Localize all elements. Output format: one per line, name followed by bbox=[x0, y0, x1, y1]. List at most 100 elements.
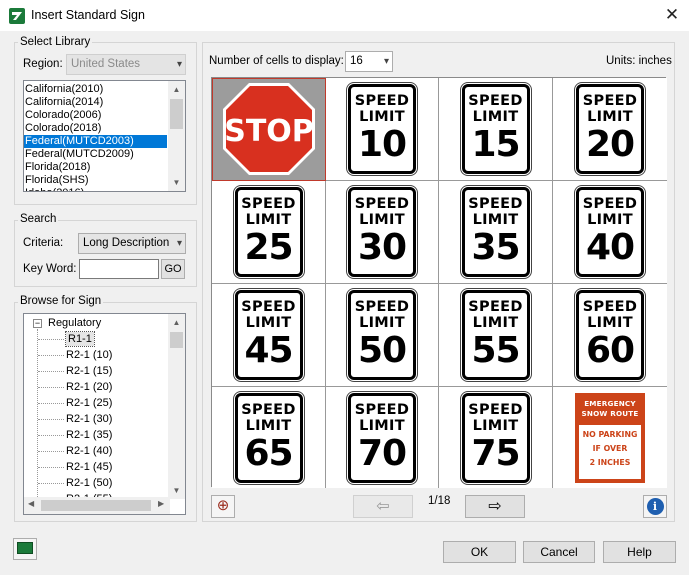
search-label: Search bbox=[18, 213, 59, 225]
library-item[interactable]: Florida(2018) bbox=[24, 161, 167, 174]
speed-limit-sign: SPEED LIMIT 20 bbox=[576, 84, 644, 174]
speed-word: SPEED bbox=[468, 299, 523, 315]
speed-limit-sign: SPEED LIMIT 50 bbox=[348, 290, 416, 380]
tree-item[interactable]: R2-1 (10) bbox=[66, 348, 112, 362]
collapse-icon[interactable]: − bbox=[33, 319, 42, 328]
sign-tree[interactable]: − Regulatory R1-1 R2-1 (10) R2-1 (15) R2-1 … bbox=[23, 313, 186, 515]
emergency-title: EMERGENCY SNOW ROUTE bbox=[581, 399, 638, 419]
sign-cell-speed-30[interactable]: SPEED LIMIT 30 bbox=[326, 181, 439, 284]
zoom-icon[interactable]: ⊕ bbox=[211, 495, 235, 518]
speed-word: SPEED bbox=[241, 299, 296, 315]
sign-cell-speed-55[interactable]: SPEED LIMIT 55 bbox=[439, 284, 553, 387]
window-title: Insert Standard Sign bbox=[31, 8, 145, 22]
tree-item[interactable]: R2-1 (35) bbox=[66, 428, 112, 442]
sign-cell-speed-40[interactable]: SPEED LIMIT 40 bbox=[553, 181, 667, 284]
speed-word: SPEED bbox=[468, 196, 523, 212]
cells-value: 16 bbox=[350, 55, 363, 67]
emergency-snow-route-sign: EMERGENCY SNOW ROUTE NO PARKING IF OVER 2 I… bbox=[575, 392, 645, 483]
speed-value: 55 bbox=[471, 330, 520, 371]
library-item[interactable]: Colorado(2018) bbox=[24, 122, 167, 135]
select-library-label: Select Library bbox=[18, 36, 93, 48]
info-button[interactable]: i bbox=[643, 495, 667, 518]
library-item[interactable]: Federal(MUTCD2003) bbox=[24, 134, 168, 149]
scroll-up-icon[interactable]: ▲ bbox=[168, 314, 185, 331]
speed-limit-sign: SPEED LIMIT 30 bbox=[348, 187, 416, 277]
limit-word: LIMIT bbox=[245, 315, 292, 331]
help-button[interactable]: Help bbox=[603, 541, 676, 563]
library-item[interactable]: Idaho(2016) bbox=[24, 187, 167, 191]
limit-word: LIMIT bbox=[245, 417, 292, 434]
sign-cell-speed-20[interactable]: SPEED LIMIT 20 bbox=[553, 78, 667, 181]
scroll-thumb[interactable] bbox=[170, 332, 183, 348]
tree-item[interactable]: R2-1 (45) bbox=[66, 460, 112, 474]
limit-word: LIMIT bbox=[359, 417, 405, 434]
region-label: Region: bbox=[23, 58, 63, 70]
sign-cell-speed-15[interactable]: SPEED LIMIT 15 bbox=[439, 78, 553, 181]
limit-word: LIMIT bbox=[245, 212, 292, 228]
info-icon: i bbox=[646, 498, 664, 515]
sign-cell-speed-70[interactable]: SPEED LIMIT 70 bbox=[326, 387, 439, 488]
go-button[interactable]: GO bbox=[161, 259, 185, 279]
cells-select[interactable]: 16 ▾ bbox=[345, 51, 393, 72]
scroll-right-icon[interactable]: ▶ bbox=[158, 499, 164, 508]
scroll-down-icon[interactable]: ▼ bbox=[168, 174, 185, 191]
scroll-down-icon[interactable]: ▼ bbox=[168, 482, 185, 499]
scroll-left-icon[interactable]: ◀ bbox=[28, 499, 34, 508]
limit-word: LIMIT bbox=[472, 109, 519, 125]
prev-page-button[interactable]: ⇦ bbox=[353, 495, 413, 518]
sign-cell-speed-45[interactable]: SPEED LIMIT 45 bbox=[212, 284, 326, 387]
emergency-panel-line-2: IF OVER bbox=[592, 443, 628, 453]
hscroll-thumb[interactable] bbox=[41, 500, 151, 511]
library-item[interactable]: Colorado(2006) bbox=[24, 109, 167, 122]
speed-limit-sign: SPEED LIMIT 60 bbox=[576, 290, 644, 380]
scroll-thumb[interactable] bbox=[170, 99, 183, 129]
tree-hscrollbar[interactable]: ◀ ▶ bbox=[24, 497, 170, 514]
cancel-button[interactable]: Cancel bbox=[523, 541, 595, 563]
close-icon[interactable]: ✕ bbox=[660, 4, 684, 26]
tree-item[interactable]: R2-1 (50) bbox=[66, 476, 112, 490]
speed-value: 20 bbox=[585, 124, 635, 165]
tree-vscrollbar[interactable]: ▲ ▼ bbox=[168, 314, 185, 499]
tree-item[interactable]: R2-1 (25) bbox=[66, 396, 112, 410]
sign-cell-stop[interactable]: STOP bbox=[212, 78, 326, 181]
sign-cell-speed-75[interactable]: SPEED LIMIT 75 bbox=[439, 387, 553, 488]
chevron-down-icon: ▾ bbox=[176, 59, 182, 70]
sign-library-button[interactable] bbox=[13, 538, 37, 560]
library-item[interactable]: California(2014) bbox=[24, 96, 167, 109]
next-page-button[interactable]: ⇨ bbox=[465, 495, 525, 518]
limit-word: LIMIT bbox=[587, 315, 633, 331]
tree-item[interactable]: R2-1 (30) bbox=[66, 412, 112, 426]
speed-value: 30 bbox=[357, 227, 407, 268]
tree-item[interactable]: R2-1 (40) bbox=[66, 444, 112, 458]
scroll-up-icon[interactable]: ▲ bbox=[168, 81, 185, 98]
tree-item[interactable]: R2-1 (15) bbox=[66, 364, 112, 378]
sign-cell-speed-10[interactable]: SPEED LIMIT 10 bbox=[326, 78, 439, 181]
tree-item[interactable]: R2-1 (20) bbox=[66, 380, 112, 394]
browse-label: Browse for Sign bbox=[18, 295, 104, 307]
stop-sign-icon: STOP bbox=[222, 83, 315, 175]
library-list[interactable]: California(2010) California(2014) Colorado… bbox=[23, 80, 186, 192]
speed-word: SPEED bbox=[354, 93, 410, 109]
sign-cell-speed-35[interactable]: SPEED LIMIT 35 bbox=[439, 181, 553, 284]
sign-cell-speed-65[interactable]: SPEED LIMIT 65 bbox=[212, 387, 326, 488]
sign-cell-speed-25[interactable]: SPEED LIMIT 25 bbox=[212, 181, 326, 284]
criteria-select[interactable]: Long Description ▾ bbox=[78, 233, 186, 254]
tree-connector bbox=[38, 467, 64, 468]
library-item[interactable]: Florida(SHS) bbox=[24, 174, 167, 187]
limit-word: LIMIT bbox=[472, 315, 519, 331]
sign-cell-speed-50[interactable]: SPEED LIMIT 50 bbox=[326, 284, 439, 387]
keyword-input[interactable] bbox=[79, 259, 159, 279]
library-scrollbar[interactable]: ▲ ▼ bbox=[168, 81, 185, 191]
limit-word: LIMIT bbox=[472, 417, 519, 434]
library-item[interactable]: California(2010) bbox=[24, 83, 167, 96]
emergency-panel-line-3: 2 INCHES bbox=[589, 457, 631, 467]
ok-button[interactable]: OK bbox=[443, 541, 516, 563]
sign-cell-speed-60[interactable]: SPEED LIMIT 60 bbox=[553, 284, 667, 387]
tree-item[interactable]: R1-1 bbox=[65, 331, 95, 347]
tree-root-regulatory[interactable]: Regulatory bbox=[48, 316, 101, 330]
library-item[interactable]: Federal(MUTCD2009) bbox=[24, 148, 167, 161]
speed-value: 15 bbox=[471, 124, 520, 165]
region-select[interactable]: United States ▾ bbox=[66, 54, 186, 75]
sign-cell-emergency[interactable]: EMERGENCY SNOW ROUTE NO PARKING IF OVER 2 I… bbox=[553, 387, 667, 488]
speed-word: SPEED bbox=[468, 401, 523, 418]
